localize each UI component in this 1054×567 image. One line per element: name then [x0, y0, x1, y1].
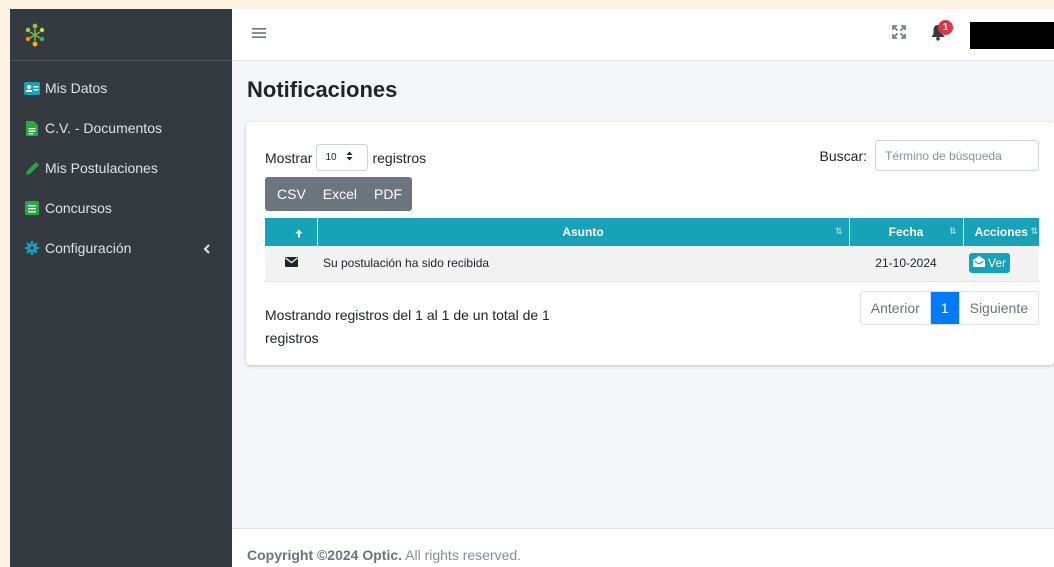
sidebar-item-configuracion[interactable]: Configuración [10, 228, 232, 268]
page-length-select[interactable]: 10 [316, 144, 369, 171]
footer: Copyright ©2024 Optic. All rights reserv… [232, 528, 1054, 567]
sidebar-nav: Mis Datos C.V. - Documentos Mis Postulac… [10, 61, 232, 268]
sort-asc-icon [295, 227, 303, 241]
footer-rights: All rights reserved. [402, 547, 522, 563]
list-icon [24, 200, 40, 216]
id-card-icon [24, 80, 40, 96]
row-envelope-cell [265, 246, 317, 282]
app-frame: Mis Datos C.V. - Documentos Mis Postulac… [10, 9, 1054, 567]
pdf-button[interactable]: PDF [367, 177, 412, 211]
column-label: Asunto [562, 225, 604, 239]
envelope-open-icon [973, 256, 985, 270]
row-subject: Su postulación ha sido recibida [317, 246, 849, 282]
records-label: registros [372, 149, 427, 166]
pagination-next[interactable]: Siguiente [958, 292, 1038, 324]
column-header-fecha[interactable]: Fecha ⇅ [849, 218, 964, 246]
sidebar-item-mis-datos[interactable]: Mis Datos [10, 68, 232, 108]
pagination-page-1[interactable]: 1 [929, 292, 959, 324]
top-navbar: 1 [232, 9, 1054, 61]
brand-logo[interactable] [10, 9, 232, 61]
user-menu[interactable] [970, 22, 1054, 49]
notifications-card: Mostrar 10 registros Buscar: CSV Excel P… [246, 122, 1054, 365]
sidebar-item-label: Configuración [45, 240, 132, 256]
sort-both-icon: ⇅ [834, 226, 843, 236]
view-button[interactable]: Ver [969, 253, 1011, 274]
footer-copyright: Copyright ©2024 Optic. [247, 547, 403, 563]
sidebar-item-cv-documentos[interactable]: C.V. - Documentos [10, 108, 232, 148]
show-label: Mostrar [265, 149, 313, 166]
sidebar-item-concursos[interactable]: Concursos [10, 188, 232, 228]
file-icon [24, 120, 40, 136]
main-area: 1 Notificaciones Mostrar 10 registros Bu… [232, 9, 1054, 567]
sidebar-item-label: C.V. - Documentos [45, 120, 162, 136]
search-control: Buscar: [820, 140, 1039, 171]
search-label: Buscar: [819, 147, 867, 164]
envelope-icon [284, 256, 298, 270]
search-input[interactable] [875, 140, 1039, 171]
sort-both-icon: ⇅ [948, 226, 957, 236]
column-header-icon[interactable] [265, 218, 318, 246]
notifications-table: Asunto ⇅ Fecha ⇅ Acciones ⇅ Su postulaci… [265, 218, 1039, 282]
gear-icon [24, 240, 40, 256]
page-length-control: Mostrar 10 registros [265, 144, 426, 171]
page-length-value: 10 [325, 152, 337, 163]
pagination: Anterior 1 Siguiente [859, 291, 1039, 325]
sort-updown-icon [346, 151, 353, 164]
sort-both-icon: ⇅ [1030, 226, 1038, 236]
column-header-asunto[interactable]: Asunto ⇅ [317, 218, 850, 246]
notifications-badge: 1 [938, 20, 953, 35]
sidebar-item-label: Mis Postulaciones [45, 160, 158, 176]
logo-icon [25, 23, 45, 46]
sidebar-item-mis-postulaciones[interactable]: Mis Postulaciones [10, 148, 232, 188]
notifications-bell-icon[interactable]: 1 [930, 20, 953, 46]
row-actions-cell: Ver [963, 246, 1039, 282]
column-label: Fecha [888, 225, 924, 239]
sidebar: Mis Datos C.V. - Documentos Mis Postulac… [10, 9, 232, 567]
sidebar-item-label: Concursos [45, 200, 112, 216]
table-info: Mostrando registros del 1 al 1 de un tot… [265, 307, 550, 346]
chevron-left-icon [203, 241, 210, 257]
column-label: Acciones [974, 225, 1028, 239]
export-buttons: CSV Excel PDF [265, 177, 413, 211]
sidebar-item-label: Mis Datos [45, 80, 108, 96]
table-row[interactable]: Su postulación ha sido recibida 21-10-20… [265, 246, 1039, 282]
page-title: Notificaciones [247, 77, 398, 102]
hamburger-menu-icon[interactable] [252, 26, 266, 44]
pencil-icon [24, 160, 40, 176]
view-button-label: Ver [988, 256, 1007, 271]
column-header-acciones[interactable]: Acciones ⇅ [963, 218, 1039, 246]
fullscreen-icon[interactable] [892, 25, 906, 44]
pagination-previous[interactable]: Anterior [860, 292, 930, 324]
csv-button[interactable]: CSV [265, 177, 316, 211]
excel-button[interactable]: Excel [316, 177, 367, 211]
row-date: 21-10-2024 [849, 246, 963, 282]
